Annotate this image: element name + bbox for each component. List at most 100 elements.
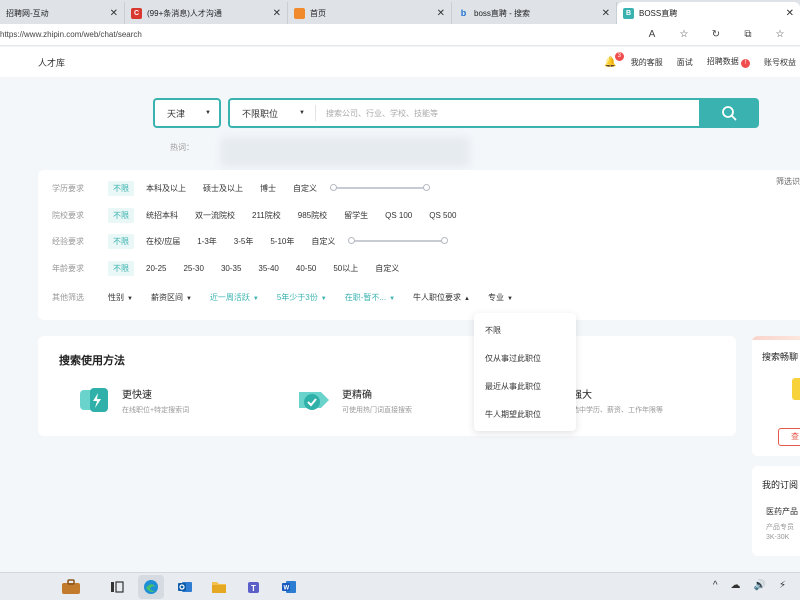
age-option[interactable]: 自定义 [375,263,399,274]
slider-handle-max[interactable] [423,184,430,191]
dropdown-label: 近一周活跃 [209,292,250,302]
account-benefits-link[interactable]: 账号权益 [764,57,796,68]
read-aloud-icon[interactable]: A [636,29,668,40]
browser-tab-3[interactable]: 首页 ✕ [288,2,452,24]
tab-title: boss直聘 - 搜索 [474,8,531,18]
experience-option[interactable]: 1-3年 [197,236,217,247]
major-dropdown[interactable]: 专业 ▼ [488,292,513,303]
experience-option[interactable]: 在校/应届 [146,236,180,247]
school-option[interactable]: 统招本科 [146,210,178,221]
school-option[interactable]: 211院校 [252,210,281,221]
svg-text:W: W [284,586,290,592]
csdn-favicon-icon: C [131,7,142,19]
close-icon[interactable]: ✕ [110,8,118,19]
age-option[interactable]: 30-35 [221,264,241,273]
view-button[interactable]: 查 [778,428,800,446]
search-input[interactable] [316,108,699,118]
salary-dropdown[interactable]: 薪资区间 ▼ [151,292,192,303]
filter-label: 年龄要求 [52,263,84,273]
job-select[interactable]: 不限职位 ▼ [230,105,316,121]
briefcase-icon[interactable] [58,575,84,599]
city-select[interactable]: 天津 ▼ [153,98,221,128]
outlook-icon[interactable] [172,575,198,599]
search-bar: 天津 ▼ 不限职位 ▼ [153,98,759,128]
browser-tab-1[interactable]: 招聘网-互动 ✕ [0,2,125,24]
browser-tab-2[interactable]: C (99+条消息)人才沟通 ✕ [125,2,288,24]
customer-service-link[interactable]: 我的客服 [631,57,663,68]
chevron-down-icon: ▼ [185,295,192,302]
interview-link[interactable]: 面试 [677,57,693,68]
word-icon[interactable]: W [276,575,302,599]
age-option[interactable]: 不限 [108,260,134,276]
menu-item[interactable]: 仅从事过此职位 [474,345,576,373]
experience-option[interactable]: 3-5年 [234,236,254,247]
slider-handle-min[interactable] [330,184,337,191]
age-option[interactable]: 25-30 [183,264,203,273]
filter-label: 学历要求 [52,183,84,193]
close-icon[interactable]: ✕ [273,8,281,19]
education-range-slider[interactable] [330,184,430,192]
volume-icon[interactable]: 🔊 [754,580,766,591]
age-option[interactable]: 20-25 [146,264,166,273]
close-icon[interactable]: ✕ [786,8,794,19]
education-option[interactable]: 本科及以上 [146,183,186,194]
lightning-card-icon [74,380,114,420]
school-option[interactable]: QS 100 [385,211,412,220]
teams-icon[interactable]: T [240,575,266,599]
experience-option[interactable]: 不限 [108,233,134,249]
task-view-icon[interactable] [104,575,130,599]
school-option[interactable]: 留学生 [344,210,368,221]
browser-tab-bar: 招聘网-互动 ✕ C (99+条消息)人才沟通 ✕ 首页 ✕ b boss直聘 … [0,0,800,24]
search-box: 不限职位 ▼ [228,98,699,128]
age-option[interactable]: 35-40 [258,264,278,273]
school-option[interactable]: 不限 [108,207,134,223]
file-explorer-icon[interactable] [206,575,232,599]
job-hopping-dropdown[interactable]: 5年少于3份 ▼ [277,292,327,303]
recruit-data-link[interactable]: 招聘数据 ! [707,56,750,68]
job-status-dropdown[interactable]: 在职-暂不... ▼ [345,292,395,303]
refresh-icon[interactable]: ↻ [700,29,732,40]
education-option[interactable]: 博士 [260,183,276,194]
slider-handle-max[interactable] [441,237,449,244]
subscription-item[interactable]: 医药产品 [766,506,798,517]
feature-title: 更精确 [342,389,372,401]
battery-icon[interactable]: ⚡ [779,580,786,591]
star-icon[interactable]: ☆ [668,29,700,40]
job-requirement-dropdown[interactable]: 牛人职位要求 ▲ [413,292,470,303]
header-nav: 🔔 3 我的客服 面试 招聘数据 ! 账号权益 [604,47,800,77]
browser-tab-4[interactable]: b boss直聘 - 搜索 ✕ [452,2,617,24]
slider-handle-min[interactable] [348,237,356,244]
menu-item[interactable]: 最近从事此职位 [474,373,576,401]
experience-range-slider[interactable] [348,237,449,245]
split-screen-icon[interactable]: ⧉ [732,29,764,40]
search-icon [722,106,737,121]
education-option[interactable]: 硕士及以上 [203,183,243,194]
close-icon[interactable]: ✕ [437,8,445,19]
site-header: 人才库 🔔 3 我的客服 面试 招聘数据 ! 账号权益 [0,47,800,77]
experience-option[interactable]: 自定义 [311,236,335,247]
tab-title: BOSS直聘 [639,8,678,18]
education-option[interactable]: 自定义 [293,183,317,194]
menu-item[interactable]: 不限 [474,317,576,345]
close-icon[interactable]: ✕ [602,8,610,19]
chevron-down-icon: ▼ [252,295,259,302]
gender-dropdown[interactable]: 性别 ▼ [108,292,133,303]
cloud-icon[interactable]: ☁ [731,580,741,591]
school-option[interactable]: QS 500 [429,211,456,220]
search-button[interactable] [699,98,759,128]
school-option[interactable]: 985院校 [298,210,327,221]
activity-dropdown[interactable]: 近一周活跃 ▼ [210,292,259,303]
edge-icon[interactable] [138,575,164,599]
menu-item[interactable]: 牛人期望此职位 [474,401,576,429]
experience-option[interactable]: 5-10年 [270,236,294,247]
chevron-up-icon[interactable]: ^ [713,580,718,591]
age-option[interactable]: 50以上 [333,263,358,274]
school-option[interactable]: 双一流院校 [195,210,235,221]
bell-icon[interactable]: 🔔 3 [604,51,624,68]
browser-tab-5[interactable]: B BOSS直聘 ✕ [617,2,800,24]
favorites-icon[interactable]: ☆ [764,29,796,40]
age-option[interactable]: 40-50 [296,264,316,273]
url-field[interactable]: https://www.zhipin.com/web/chat/search [0,30,636,39]
education-option[interactable]: 不限 [108,180,134,196]
boss-favicon-icon: B [623,7,634,19]
